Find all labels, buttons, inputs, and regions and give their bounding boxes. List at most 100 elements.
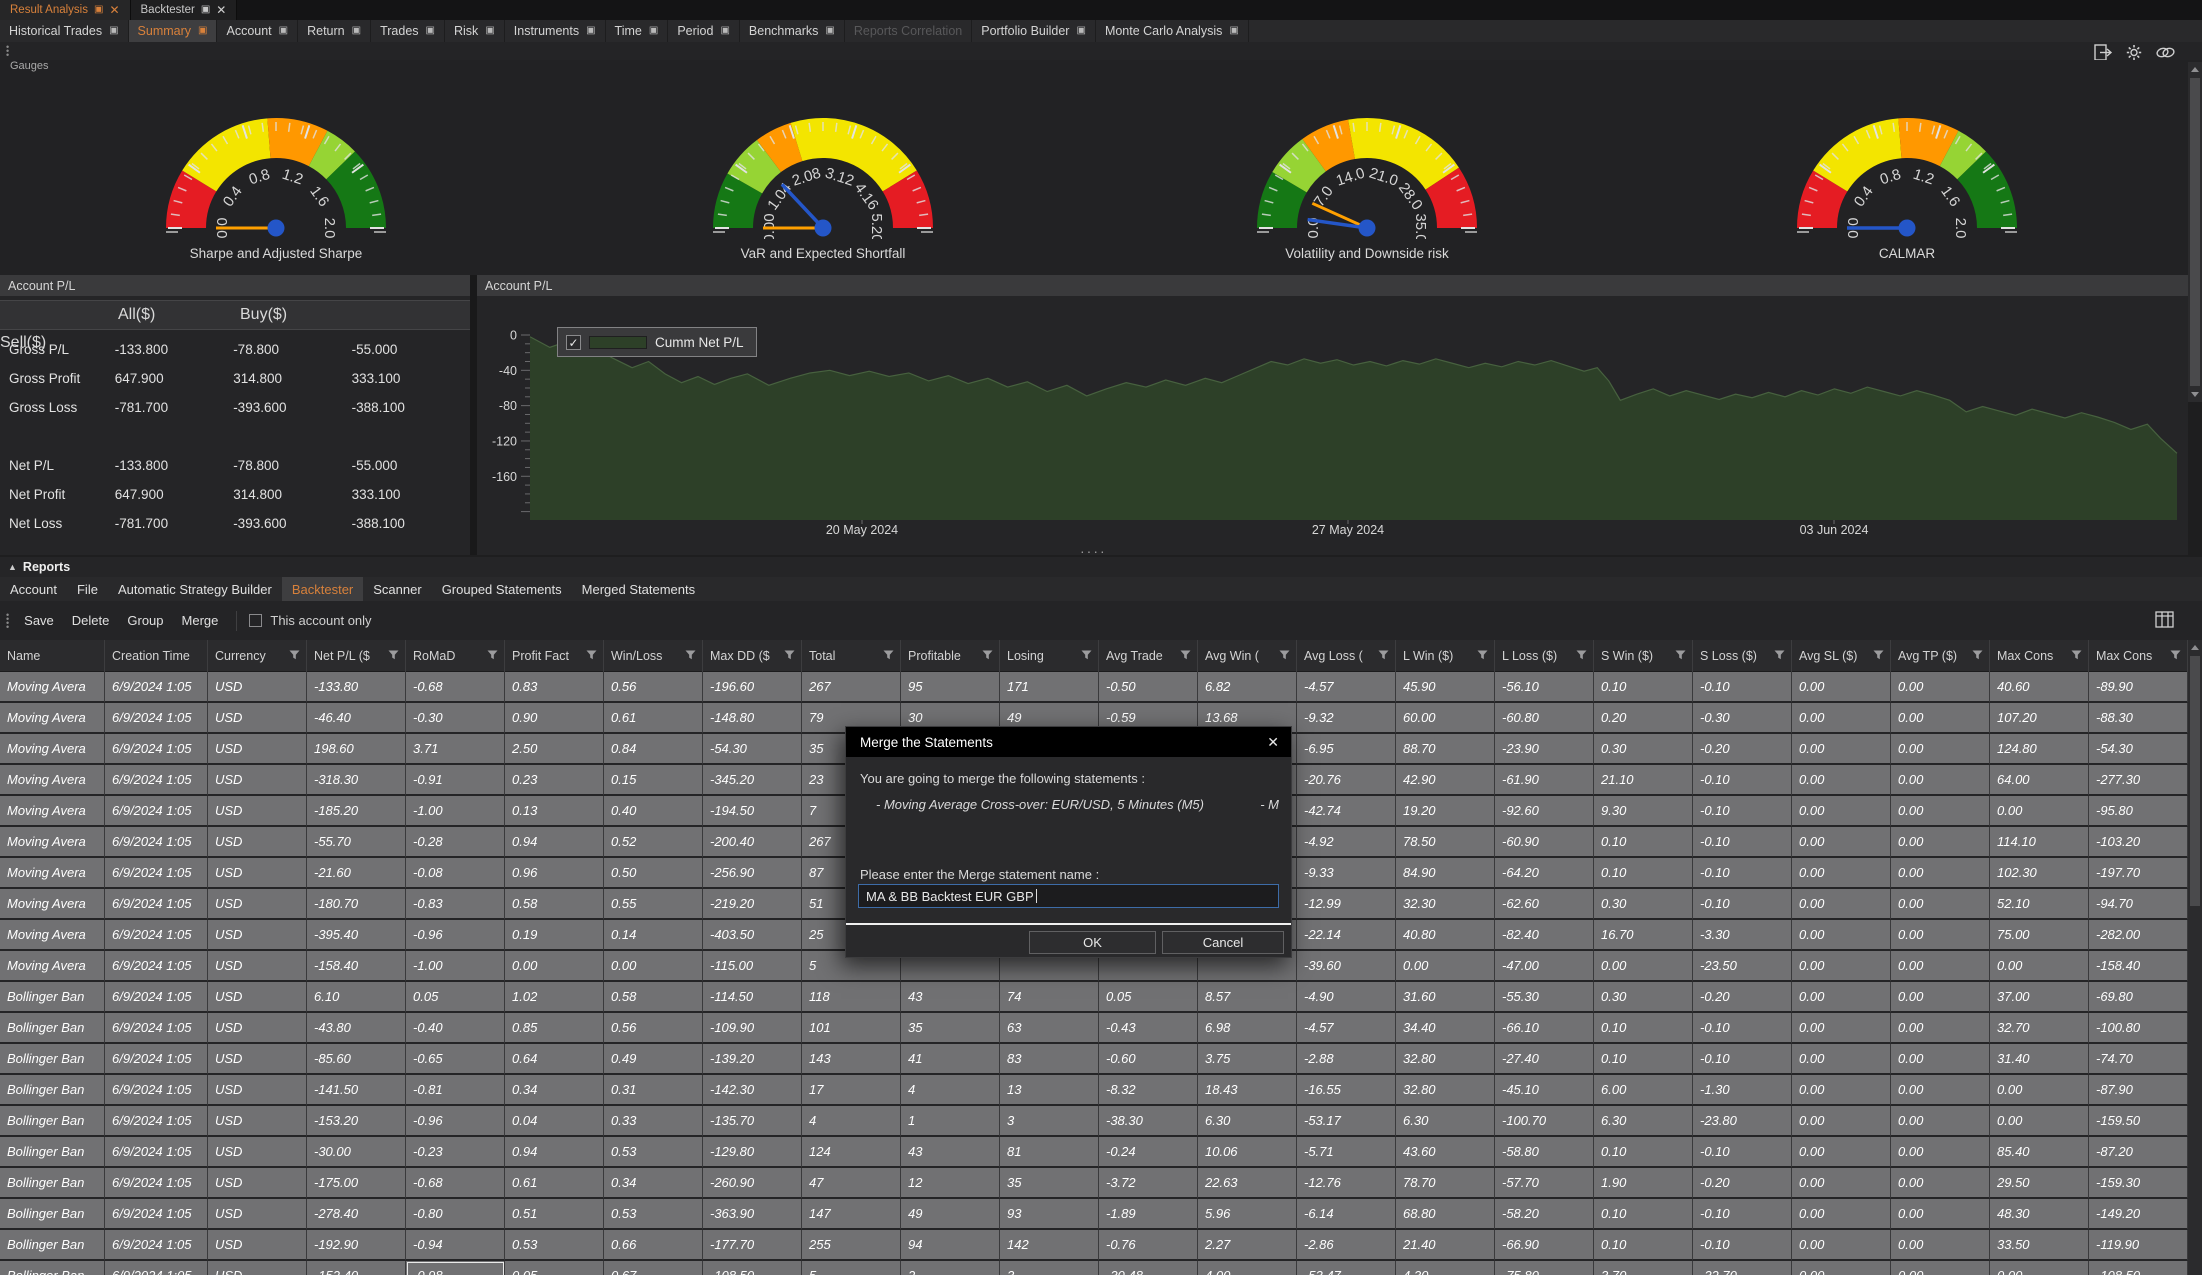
filter-icon[interactable] (1077, 649, 1092, 663)
grid-cell[interactable]: -30.00 (307, 1137, 406, 1168)
scroll-down-icon[interactable] (2191, 392, 2199, 397)
grid-cell[interactable]: USD (208, 951, 307, 982)
grid-cell[interactable]: 12 (901, 1168, 1000, 1199)
column-header-losing[interactable]: Losing (1000, 640, 1099, 672)
filter-icon[interactable] (1473, 649, 1488, 663)
grid-cell[interactable]: 0.00 (1891, 920, 1990, 951)
grid-cell[interactable]: -47.00 (1495, 951, 1594, 982)
statement-row[interactable]: Moving Avera6/9/2024 1:05USD-133.80-0.68… (0, 672, 2188, 703)
column-header-currency[interactable]: Currency (208, 640, 307, 672)
grid-cell[interactable]: 0.49 (604, 1044, 703, 1075)
grid-cell[interactable]: 42.90 (1396, 765, 1495, 796)
column-header-avg-sl[interactable]: Avg SL ($) (1792, 640, 1891, 672)
view-tab-time[interactable]: Time▣ (606, 20, 669, 42)
grid-cell[interactable]: 198.60 (307, 734, 406, 765)
grid-cell[interactable]: -55.30 (1495, 982, 1594, 1013)
grid-cell[interactable]: USD (208, 827, 307, 858)
column-header-avg-loss[interactable]: Avg Loss ( (1297, 640, 1396, 672)
grid-cell[interactable]: USD (208, 1106, 307, 1137)
grid-cell[interactable]: 49 (901, 1199, 1000, 1230)
grid-cell[interactable]: -89.90 (2089, 672, 2188, 703)
grid-cell[interactable]: 68.80 (1396, 1199, 1495, 1230)
grid-cell[interactable]: 6/9/2024 1:05 (105, 672, 208, 703)
grid-cell[interactable]: -21.60 (307, 858, 406, 889)
grid-cell[interactable]: 0.00 (1891, 703, 1990, 734)
column-header-name[interactable]: Name (0, 640, 105, 672)
grid-cell[interactable]: -0.43 (1099, 1013, 1198, 1044)
grid-cell[interactable]: Moving Avera (0, 889, 105, 920)
column-header-win-loss[interactable]: Win/Loss (604, 640, 703, 672)
grid-cell[interactable]: USD (208, 1044, 307, 1075)
grid-cell[interactable]: -0.24 (1099, 1137, 1198, 1168)
view-tab-account[interactable]: Account▣ (217, 20, 298, 42)
grid-cell[interactable]: 0.00 (1891, 1013, 1990, 1044)
grid-cell[interactable]: 0.23 (505, 765, 604, 796)
grid-cell[interactable]: -0.68 (406, 672, 505, 703)
statement-row[interactable]: Bollinger Ban6/9/2024 1:05USD-278.40-0.8… (0, 1199, 2188, 1230)
column-header-total[interactable]: Total (802, 640, 901, 672)
grid-cell[interactable]: 0.00 (1792, 1137, 1891, 1168)
grid-cell[interactable]: 255 (802, 1230, 901, 1261)
grid-cell[interactable]: -219.20 (703, 889, 802, 920)
grid-cell[interactable]: 78.50 (1396, 827, 1495, 858)
column-header-s-win[interactable]: S Win ($) (1594, 640, 1693, 672)
grid-cell[interactable]: 0.00 (1792, 889, 1891, 920)
statement-row[interactable]: Bollinger Ban6/9/2024 1:05USD-43.80-0.40… (0, 1013, 2188, 1044)
grid-cell[interactable]: 0.00 (1792, 703, 1891, 734)
grid-cell[interactable]: -85.60 (307, 1044, 406, 1075)
grid-cell[interactable]: -58.20 (1495, 1199, 1594, 1230)
statement-row[interactable]: Bollinger Ban6/9/2024 1:05USD-152.40-0.9… (0, 1261, 2188, 1275)
grid-cell[interactable]: -0.10 (1693, 765, 1792, 796)
grid-cell[interactable]: 33.50 (1990, 1230, 2089, 1261)
grid-cell[interactable]: 21.10 (1594, 765, 1693, 796)
grid-cell[interactable]: -318.30 (307, 765, 406, 796)
filter-icon[interactable] (978, 649, 993, 663)
grid-cell[interactable]: Moving Avera (0, 827, 105, 858)
grid-cell[interactable]: -0.20 (1693, 734, 1792, 765)
grid-cell[interactable]: -22.14 (1297, 920, 1396, 951)
grid-cell[interactable]: 0.51 (505, 1199, 604, 1230)
reports-tab-merged-statements[interactable]: Merged Statements (572, 577, 705, 601)
grid-cell[interactable]: 6/9/2024 1:05 (105, 827, 208, 858)
filter-icon[interactable] (681, 649, 696, 663)
grid-cell[interactable]: 32.80 (1396, 1044, 1495, 1075)
settings-gear-icon[interactable] (2125, 44, 2143, 61)
column-header-net-p-l[interactable]: Net P/L ($ (307, 640, 406, 672)
grid-cell[interactable]: -0.23 (406, 1137, 505, 1168)
grid-cell[interactable]: 124.80 (1990, 734, 2089, 765)
filter-icon[interactable] (2166, 649, 2181, 663)
grid-cell[interactable]: -62.60 (1495, 889, 1594, 920)
grid-cell[interactable]: Bollinger Ban (0, 1230, 105, 1261)
grid-cell[interactable]: 40.60 (1990, 672, 2089, 703)
grid-cell[interactable]: 37.00 (1990, 982, 2089, 1013)
grid-cell[interactable]: 0.00 (1990, 1075, 2089, 1106)
ok-button[interactable]: OK (1029, 931, 1156, 954)
column-header-avg-win[interactable]: Avg Win ( (1198, 640, 1297, 672)
grid-cell[interactable]: 6.00 (1594, 1075, 1693, 1106)
statement-row[interactable]: Bollinger Ban6/9/2024 1:05USD-141.50-0.8… (0, 1075, 2188, 1106)
grid-cell[interactable]: -0.10 (1693, 858, 1792, 889)
grid-cell[interactable]: -0.20 (1693, 982, 1792, 1013)
grid-cell[interactable]: -153.20 (307, 1106, 406, 1137)
grid-cell[interactable]: 3.75 (1198, 1044, 1297, 1075)
grid-cell[interactable]: -94.70 (2089, 889, 2188, 920)
grid-cell[interactable]: USD (208, 1075, 307, 1106)
grid-cell[interactable]: -82.40 (1495, 920, 1594, 951)
grid-cell[interactable]: 0.00 (1792, 734, 1891, 765)
summary-scrollbar[interactable] (2188, 62, 2202, 402)
grid-cell[interactable]: -54.30 (703, 734, 802, 765)
grid-cell[interactable]: 0.53 (604, 1137, 703, 1168)
grid-cell[interactable]: -42.74 (1297, 796, 1396, 827)
toolbar-grip-handle[interactable]: •••• (6, 613, 10, 629)
grid-cell[interactable]: 0.58 (505, 889, 604, 920)
grid-cell[interactable]: 32.70 (1990, 1013, 2089, 1044)
toolbar-grip-handle[interactable]: ••• (6, 45, 10, 57)
grid-cell[interactable]: 84.90 (1396, 858, 1495, 889)
grid-cell[interactable]: 6/9/2024 1:05 (105, 796, 208, 827)
grid-cell[interactable]: -16.55 (1297, 1075, 1396, 1106)
grid-cell[interactable]: Bollinger Ban (0, 1199, 105, 1230)
grid-cell[interactable]: -6.14 (1297, 1199, 1396, 1230)
filter-icon[interactable] (879, 649, 894, 663)
grid-cell[interactable]: 48.30 (1990, 1199, 2089, 1230)
grid-cell[interactable]: 2 (901, 1261, 1000, 1275)
